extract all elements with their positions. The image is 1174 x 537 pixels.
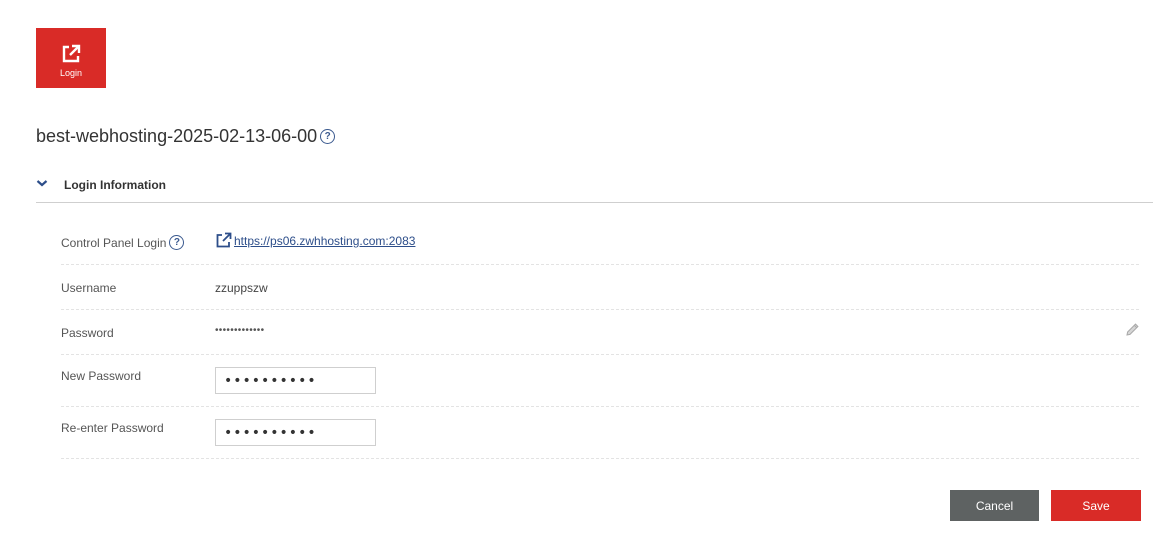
cancel-button[interactable]: Cancel [950,490,1039,521]
section-header-login-information[interactable]: Login Information [36,174,1153,203]
help-icon[interactable]: ? [320,129,336,144]
login-tile-button[interactable]: Login [36,28,106,88]
password-row: Password ••••••••••••• [61,310,1139,355]
page-title-wrap: best-webhosting-2025-02-13-06-00 ? [36,126,336,147]
help-icon[interactable]: ? [169,235,185,250]
page-title: best-webhosting-2025-02-13-06-00 [36,126,318,146]
pencil-edit-icon[interactable] [1124,322,1140,338]
username-row: Username zzuppszw [61,265,1139,310]
new-password-label: New Password [61,369,142,383]
external-link-icon [216,232,232,248]
reenter-password-row: Re-enter Password [61,407,1139,459]
external-link-icon [62,44,81,63]
control-panel-login-label: Control Panel Login [61,235,167,250]
save-button[interactable]: Save [1051,490,1141,521]
control-panel-login-label-wrap: Control Panel Login ? [61,235,185,250]
reenter-password-label: Re-enter Password [61,421,164,435]
control-panel-url[interactable]: https://ps06.zwhhosting.com:2083 [234,234,415,248]
password-masked-value: ••••••••••••• [215,325,265,336]
control-panel-link[interactable]: https://ps06.zwhhosting.com:2083 [215,232,415,249]
reenter-password-input[interactable] [215,419,376,446]
chevron-down-icon [36,180,48,187]
control-panel-login-row: Control Panel Login ? https://ps06.zwhho… [61,226,1139,265]
password-label: Password [61,326,114,340]
username-label: Username [61,281,117,295]
section-title: Login Information [64,178,166,192]
login-tile-label: Login [59,68,83,78]
username-value: zzuppszw [215,281,268,295]
new-password-row: New Password [61,355,1139,407]
new-password-input[interactable] [215,367,376,394]
